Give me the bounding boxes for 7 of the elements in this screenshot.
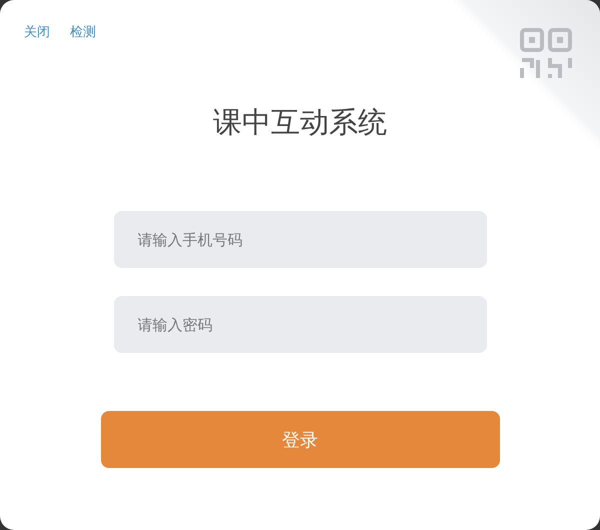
- check-link[interactable]: 检测: [70, 24, 96, 44]
- close-link[interactable]: 关闭: [24, 24, 50, 44]
- app-title: 课中互动系统: [213, 104, 387, 141]
- password-field[interactable]: 请输入密码: [114, 296, 486, 353]
- phone-field[interactable]: 请输入手机号码: [114, 211, 486, 268]
- login-button[interactable]: 登录: [100, 411, 500, 468]
- qr-code-icon[interactable]: [520, 28, 572, 80]
